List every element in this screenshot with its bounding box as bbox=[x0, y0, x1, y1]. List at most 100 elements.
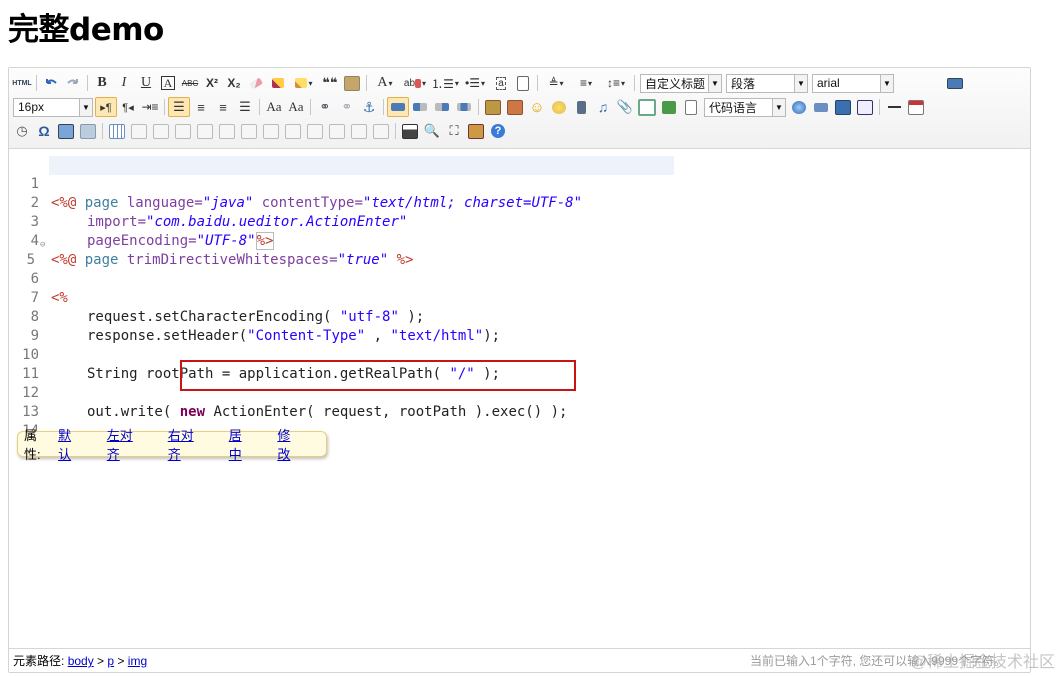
italic-button[interactable]: I bbox=[113, 73, 135, 93]
to-uppercase-button[interactable]: Aa bbox=[263, 97, 285, 117]
strikethrough-button[interactable]: ABC bbox=[179, 73, 201, 93]
font-size-select[interactable]: 16px ▼ bbox=[13, 97, 93, 117]
image-right-button[interactable] bbox=[431, 97, 453, 117]
insert-code-icon-button[interactable] bbox=[658, 97, 680, 117]
simple-upload-button[interactable] bbox=[482, 97, 504, 117]
print-button[interactable] bbox=[399, 121, 421, 141]
special-chars-button[interactable]: Ω bbox=[33, 121, 55, 141]
unordered-list-button[interactable]: •☰ ▾ bbox=[460, 73, 490, 93]
image-left-button[interactable] bbox=[409, 97, 431, 117]
undo-button[interactable] bbox=[40, 73, 62, 93]
horizontal-line-button[interactable] bbox=[810, 97, 832, 117]
image-none-button[interactable] bbox=[387, 97, 409, 117]
insert-video-button[interactable] bbox=[570, 97, 592, 117]
delete-col-button[interactable] bbox=[216, 121, 238, 141]
underline-button[interactable]: U bbox=[135, 73, 157, 93]
insert-table-button[interactable] bbox=[106, 121, 128, 141]
drafts-button[interactable] bbox=[465, 121, 487, 141]
popup-link-modify[interactable]: 修改 bbox=[277, 425, 302, 463]
scrawl-button[interactable] bbox=[548, 97, 570, 117]
ltr-direction-button[interactable]: ▸¶ bbox=[95, 97, 117, 117]
bold-button[interactable]: B bbox=[91, 73, 113, 93]
row-spacing-bottom-button[interactable]: ≡ ▾ bbox=[571, 73, 601, 93]
split-cells-button[interactable] bbox=[304, 121, 326, 141]
indent-button[interactable]: ⇥≡ bbox=[139, 97, 161, 117]
insert-row-button[interactable] bbox=[150, 121, 172, 141]
paragraph-select[interactable]: 段落 ▼ bbox=[726, 73, 808, 93]
attachment-button[interactable]: 📎 bbox=[614, 97, 636, 117]
font-color-button[interactable]: A ▾ bbox=[370, 73, 400, 93]
word-image-button[interactable] bbox=[77, 121, 99, 141]
rtl-direction-button[interactable]: ¶◂ bbox=[117, 97, 139, 117]
selected-image-highlight-box[interactable] bbox=[180, 360, 576, 391]
paste-plain-button[interactable] bbox=[341, 73, 363, 93]
image-center-button[interactable] bbox=[453, 97, 475, 117]
html-source-button[interactable]: HTML bbox=[11, 73, 33, 93]
split-rows-button[interactable] bbox=[326, 121, 348, 141]
popup-link-align-right[interactable]: 右对齐 bbox=[168, 425, 205, 463]
fullscreen-button[interactable] bbox=[944, 73, 966, 93]
horizontal-rule-icon bbox=[887, 106, 901, 108]
popup-link-default[interactable]: 默认 bbox=[58, 425, 83, 463]
merge-down-button[interactable] bbox=[282, 121, 304, 141]
code-language-select[interactable]: 代码语言 ▼ bbox=[704, 97, 786, 117]
back-color-button[interactable]: ab ▾ bbox=[400, 73, 430, 93]
brush-button[interactable] bbox=[267, 73, 289, 93]
clear-doc-button[interactable] bbox=[512, 73, 534, 93]
ordered-list-button[interactable]: ⒈☰ ▾ bbox=[430, 73, 460, 93]
insert-frame-button[interactable] bbox=[636, 97, 658, 117]
to-lowercase-button[interactable]: Aa bbox=[285, 97, 307, 117]
format-match-button[interactable] bbox=[245, 73, 267, 93]
align-right-button[interactable]: ≡ bbox=[212, 97, 234, 117]
template-button[interactable] bbox=[832, 97, 854, 117]
delete-table-button[interactable] bbox=[128, 121, 150, 141]
path-link-img[interactable]: img bbox=[128, 654, 147, 668]
page-break-button[interactable] bbox=[680, 97, 702, 117]
clock-icon: ◷ bbox=[16, 123, 28, 138]
table-props-button[interactable] bbox=[370, 121, 392, 141]
anchor-button[interactable]: ⚓ bbox=[358, 97, 380, 117]
search-replace-button[interactable]: ⛶ bbox=[443, 121, 465, 141]
music-button[interactable]: ♫ bbox=[592, 97, 614, 117]
align-center-button[interactable]: ≡ bbox=[190, 97, 212, 117]
link-button[interactable]: ⚭ bbox=[314, 97, 336, 117]
insert-col-button[interactable] bbox=[194, 121, 216, 141]
merge-cells-button[interactable] bbox=[238, 121, 260, 141]
web-image-button[interactable] bbox=[788, 97, 810, 117]
delete-row-button[interactable] bbox=[172, 121, 194, 141]
font-family-select[interactable]: arial ▼ bbox=[812, 73, 894, 93]
blockquote-button[interactable]: ❝❝ bbox=[319, 73, 341, 93]
preview-button[interactable]: 🔍 bbox=[421, 121, 443, 141]
table-icon bbox=[109, 123, 125, 139]
background-icon bbox=[857, 99, 873, 115]
row-spacing-top-button[interactable]: ≜ ▾ bbox=[541, 73, 571, 93]
snapscreen-button[interactable] bbox=[55, 121, 77, 141]
custom-style-select[interactable]: 自定义标题 ▼ bbox=[640, 73, 722, 93]
line-height-button[interactable]: ↕≡ ▾ bbox=[601, 73, 631, 93]
path-link-body[interactable]: body bbox=[68, 654, 94, 668]
align-justify-button[interactable]: ☰ bbox=[234, 97, 256, 117]
popup-link-align-left[interactable]: 左对齐 bbox=[107, 425, 144, 463]
font-border-button[interactable]: A bbox=[157, 73, 179, 93]
hr-button[interactable] bbox=[883, 97, 905, 117]
time-button[interactable]: ◷ bbox=[11, 121, 33, 141]
auto-format-button[interactable]: ▾ bbox=[289, 73, 319, 93]
code-line: 14 %> bbox=[9, 403, 1030, 458]
date-button[interactable] bbox=[905, 97, 927, 117]
popup-link-center[interactable]: 居中 bbox=[229, 425, 254, 463]
unlink-button[interactable]: ⚭ bbox=[336, 97, 358, 117]
help-button[interactable]: ? bbox=[487, 121, 509, 141]
subscript-button[interactable]: X₂ bbox=[223, 73, 245, 93]
redo-button[interactable] bbox=[62, 73, 84, 93]
toolbar-separator bbox=[383, 99, 384, 115]
insert-image-button[interactable] bbox=[504, 97, 526, 117]
select-all-button[interactable]: a bbox=[490, 73, 512, 93]
merge-right-button[interactable] bbox=[260, 121, 282, 141]
toolbar-separator bbox=[395, 123, 396, 139]
superscript-button[interactable]: X² bbox=[201, 73, 223, 93]
split-cols-button[interactable] bbox=[348, 121, 370, 141]
magic-wand-icon bbox=[295, 78, 308, 88]
background-button[interactable] bbox=[854, 97, 876, 117]
align-left-button[interactable]: ☰ bbox=[168, 97, 190, 117]
emotion-button[interactable]: ☺ bbox=[526, 97, 548, 117]
